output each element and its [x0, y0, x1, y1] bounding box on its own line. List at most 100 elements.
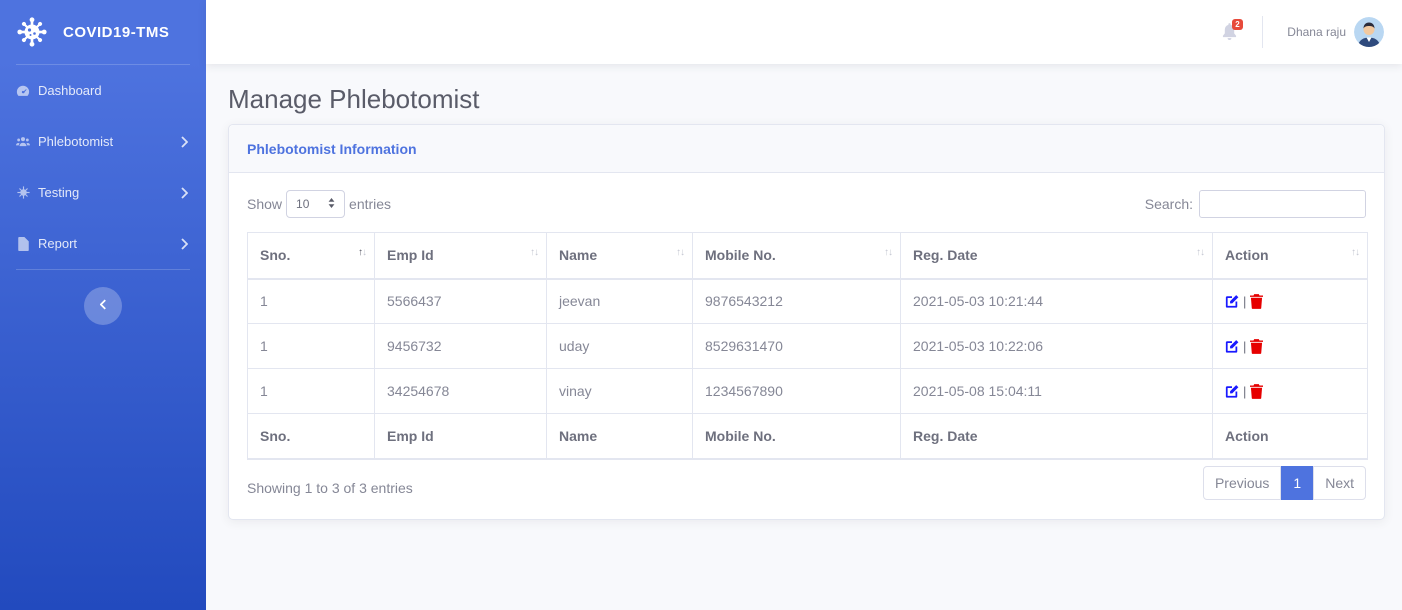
column-header-sno[interactable]: Sno. ↑↓: [247, 232, 375, 280]
sort-icon: ↑↓: [676, 247, 685, 258]
table-row: 1 5566437 jeevan 9876543212 2021-05-03 1…: [247, 278, 1368, 324]
notifications-button[interactable]: 2: [1222, 19, 1243, 41]
action-separator: |: [1243, 383, 1247, 399]
entries-length: Show 10 entries: [247, 190, 391, 218]
table-controls: Show 10 entries Search:: [247, 190, 1366, 218]
edit-icon[interactable]: [1225, 384, 1239, 398]
chevron-left-icon: [99, 297, 107, 315]
user-name: Dhana raju: [1287, 25, 1346, 39]
sidebar-toggle-wrap: [0, 287, 206, 325]
show-label: Show: [247, 196, 283, 212]
entries-select-value: 10: [296, 197, 310, 211]
table-footer-row: Sno. Emp Id Name Mobile No. Reg. Date Ac…: [247, 413, 1368, 460]
column-header-label: Reg. Date: [913, 247, 978, 264]
cell-mobile: 1234567890: [692, 368, 901, 414]
card-title: Phlebotomist Information: [247, 140, 417, 157]
sidebar-item-label: Phlebotomist: [38, 134, 114, 149]
cell-sno: 1: [247, 323, 375, 369]
cell-actions: |: [1212, 323, 1368, 369]
column-header-mobile[interactable]: Mobile No. ↑↓: [692, 232, 901, 280]
brand[interactable]: COVID19-TMS: [0, 0, 206, 64]
next-button[interactable]: Next: [1313, 466, 1366, 500]
column-header-label: Emp Id: [387, 247, 434, 264]
select-arrows-icon: [328, 197, 335, 211]
sidebar-item-phlebotomist[interactable]: Phlebotomist: [0, 116, 206, 167]
sidebar-nav: Dashboard Phlebotomist Testing Report: [0, 65, 206, 269]
previous-button[interactable]: Previous: [1202, 466, 1282, 500]
sidebar-item-dashboard[interactable]: Dashboard: [0, 65, 206, 116]
sidebar-divider: [16, 269, 190, 270]
column-header-label: Sno.: [260, 247, 291, 264]
cell-emp-id: 34254678: [374, 368, 547, 414]
sort-icon: ↑↓: [530, 247, 539, 258]
entries-label: entries: [349, 196, 392, 212]
table-info: Showing 1 to 3 of 3 entries: [247, 480, 413, 496]
action-separator: |: [1243, 293, 1247, 309]
search-input[interactable]: [1199, 190, 1366, 218]
card-header: Phlebotomist Information: [229, 125, 1384, 173]
footer-header-name: Name: [546, 413, 693, 460]
page-title: Manage Phlebotomist: [228, 84, 480, 114]
sort-icon: ↑↓: [1196, 247, 1205, 258]
column-header-name[interactable]: Name ↑↓: [546, 232, 693, 280]
phlebotomist-card: Phlebotomist Information Show 10 entries…: [228, 124, 1385, 520]
cell-reg-date: 2021-05-03 10:22:06: [900, 323, 1213, 369]
search-label: Search:: [1144, 196, 1193, 212]
page-1-button[interactable]: 1: [1281, 466, 1314, 500]
sidebar-toggle-button[interactable]: [84, 287, 122, 325]
footer-header-reg-date: Reg. Date: [900, 413, 1213, 460]
column-header-label: Action: [1225, 247, 1269, 264]
topbar: 2 Dhana raju: [206, 0, 1402, 64]
edit-icon[interactable]: [1225, 339, 1239, 353]
column-header-label: Name: [559, 247, 598, 264]
phlebotomist-table: Sno. ↑↓ Emp Id ↑↓ Name ↑↓ Mobile No. ↑↓ Reg.…: [247, 232, 1368, 460]
cell-mobile: 9876543212: [692, 278, 901, 324]
edit-icon[interactable]: [1225, 294, 1239, 308]
column-header-emp-id[interactable]: Emp Id ↑↓: [374, 232, 547, 280]
cell-mobile: 8529631470: [692, 323, 901, 369]
pagination: Previous 1 Next: [1202, 466, 1366, 500]
users-icon: [16, 135, 30, 149]
cell-emp-id: 5566437: [374, 278, 547, 324]
action-separator: |: [1243, 338, 1247, 354]
footer-header-sno: Sno.: [247, 413, 375, 460]
sort-icon: ↑↓: [1351, 247, 1360, 258]
cell-name: jeevan: [546, 278, 693, 324]
topbar-divider: [1262, 16, 1264, 48]
footer-header-mobile: Mobile No.: [692, 413, 901, 460]
cell-name: vinay: [546, 368, 693, 414]
sort-icon: ↑↓: [884, 247, 893, 258]
trash-icon[interactable]: [1250, 294, 1264, 310]
notification-badge: 2: [1232, 19, 1243, 30]
sidebar-item-testing[interactable]: Testing: [0, 167, 206, 218]
sort-icon: ↑↓: [358, 247, 367, 258]
cell-reg-date: 2021-05-03 10:21:44: [900, 278, 1213, 324]
virus-icon: [16, 186, 30, 200]
sidebar-item-report[interactable]: Report: [0, 218, 206, 269]
entries-select[interactable]: 10: [286, 190, 346, 218]
column-header-label: Mobile No.: [705, 247, 776, 264]
cell-reg-date: 2021-05-08 15:04:11: [900, 368, 1213, 414]
trash-icon[interactable]: [1250, 384, 1264, 399]
user-menu[interactable]: Dhana raju: [1287, 17, 1384, 47]
cell-emp-id: 9456732: [374, 323, 547, 369]
file-icon: [16, 236, 30, 251]
dashboard-icon: [16, 84, 30, 98]
virus-icon: [17, 17, 47, 47]
table-row: 1 9456732 uday 8529631470 2021-05-03 10:…: [247, 323, 1368, 369]
sidebar-item-label: Report: [38, 236, 78, 251]
chevron-right-icon: [180, 135, 189, 148]
chevron-right-icon: [180, 186, 189, 199]
chevron-right-icon: [180, 237, 189, 250]
trash-icon[interactable]: [1250, 339, 1264, 354]
table-row: 1 34254678 vinay 1234567890 2021-05-08 1…: [247, 368, 1368, 414]
brand-name: COVID19-TMS: [63, 23, 170, 41]
cell-actions: |: [1212, 368, 1368, 414]
table-search: Search:: [1145, 190, 1366, 218]
column-header-reg-date[interactable]: Reg. Date ↑↓: [900, 232, 1213, 280]
column-header-action[interactable]: Action ↑↓: [1212, 232, 1368, 280]
table-header-row: Sno. ↑↓ Emp Id ↑↓ Name ↑↓ Mobile No. ↑↓ Reg.…: [247, 232, 1368, 280]
cell-name: uday: [546, 323, 693, 369]
sidebar: COVID19-TMS Dashboard Phlebotomist Testi…: [0, 0, 206, 610]
cell-sno: 1: [247, 278, 375, 324]
